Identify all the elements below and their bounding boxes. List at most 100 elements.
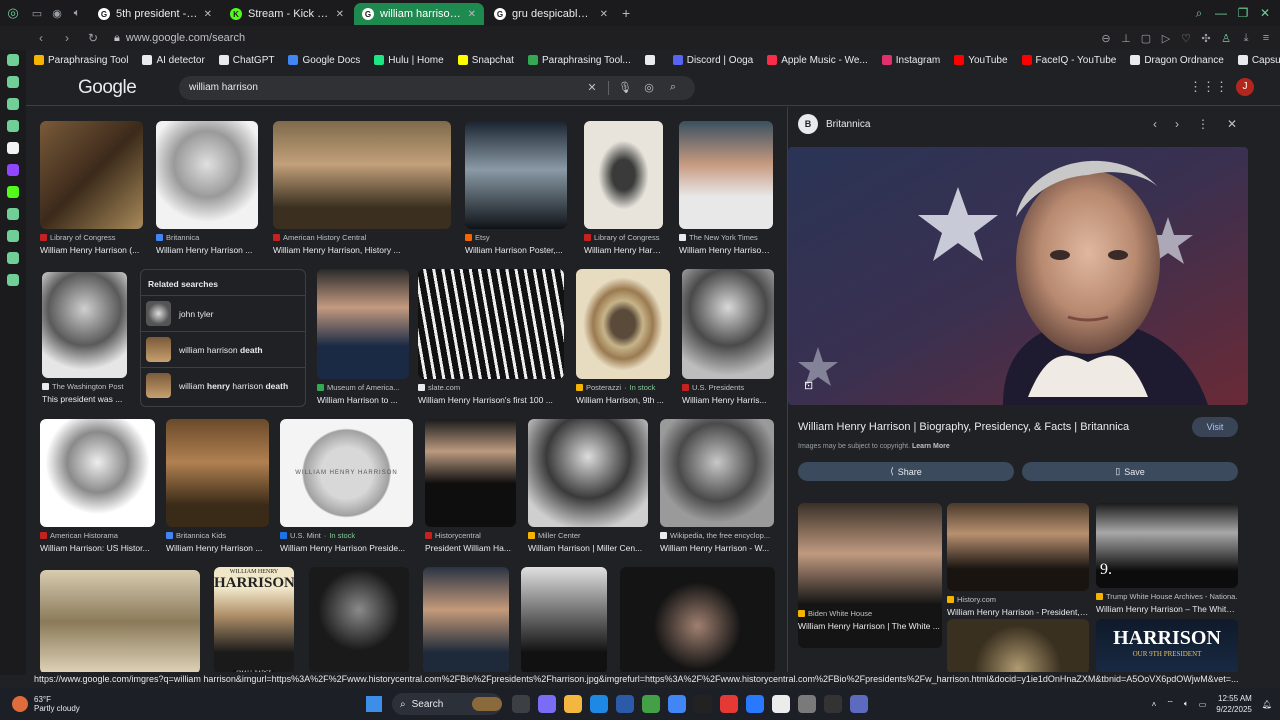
bookmark-item[interactable]: YouTube: [954, 55, 1008, 66]
google-logo[interactable]: Google: [78, 77, 153, 99]
app-icon[interactable]: [746, 695, 764, 713]
result-thumbnail[interactable]: [42, 272, 127, 378]
avatar[interactable]: J: [1236, 78, 1254, 96]
sidebar-app-icon[interactable]: [7, 76, 19, 88]
result-title[interactable]: William Henry Harrison – The White...: [1096, 604, 1238, 614]
related-thumbnail[interactable]: [947, 619, 1089, 674]
sidebar-app-icon[interactable]: [7, 208, 19, 220]
result-title[interactable]: This president was ...: [42, 394, 127, 404]
close-tab-icon[interactable]: ✕: [336, 9, 344, 20]
opera-gx-icon[interactable]: [720, 695, 738, 713]
result-title[interactable]: William Harrison Poster,...: [465, 245, 567, 255]
result-thumbnail[interactable]: [576, 269, 670, 379]
visit-button[interactable]: Visit: [1192, 417, 1238, 437]
sidebar-app-icon[interactable]: [7, 142, 19, 154]
related-image[interactable]: HARRISON OUR 9TH PRESIDENT: [1096, 619, 1238, 674]
bookmark-item[interactable]: Google Docs: [288, 55, 360, 66]
sidebar-twitch-icon[interactable]: [7, 164, 19, 176]
heart-icon[interactable]: ♡: [1178, 32, 1194, 45]
image-result[interactable]: U.S. Mint · In stock William Henry Harris…: [280, 419, 413, 553]
image-result[interactable]: The Washington Post This president was ..…: [42, 272, 127, 404]
result-title[interactable]: William Henry Harrison, History ...: [273, 245, 451, 255]
back-icon[interactable]: ‹: [32, 31, 50, 45]
cast-icon[interactable]: ▢: [1138, 32, 1154, 45]
related-item[interactable]: william harrison death: [141, 331, 305, 367]
tab-3[interactable]: Ggru despicable me - Goo ✕: [486, 3, 616, 25]
result-title[interactable]: William Harrison to ...: [317, 395, 409, 405]
chevron-up-icon[interactable]: ˄: [1152, 700, 1157, 709]
learn-more-link[interactable]: Learn More: [912, 443, 950, 450]
network-icon[interactable]: ⌔: [1166, 699, 1174, 709]
result-thumbnail[interactable]: [465, 121, 567, 229]
apps-grid-icon[interactable]: ⋮⋮⋮: [1189, 79, 1228, 95]
result-title[interactable]: William Henry Harrison Preside...: [280, 543, 413, 553]
tab-2[interactable]: Gwilliam harrison - Google ✕: [354, 3, 484, 25]
maximize-icon[interactable]: ❐: [1234, 6, 1252, 20]
related-thumbnail[interactable]: [947, 503, 1089, 591]
bookmark-item[interactable]: Dragon Ordnance: [1130, 55, 1224, 66]
image-result[interactable]: [423, 567, 509, 672]
image-result[interactable]: [40, 570, 200, 672]
image-result[interactable]: WILLIAM HENRYHARRISONSMALL BADGE: [214, 567, 295, 672]
result-thumbnail[interactable]: [317, 269, 409, 379]
image-result[interactable]: U.S. Presidents William Henry Harris...: [682, 269, 774, 405]
image-result[interactable]: Museum of America... William Harrison to …: [317, 269, 409, 405]
store-icon[interactable]: [616, 695, 634, 713]
edge-icon[interactable]: [590, 695, 608, 713]
pin-icon[interactable]: ⊥: [1118, 32, 1134, 45]
app-icon[interactable]: [824, 695, 842, 713]
search-tabs-icon[interactable]: ⌕: [1190, 6, 1208, 21]
reload-icon[interactable]: ↻: [84, 31, 102, 45]
image-result[interactable]: [309, 567, 409, 672]
image-result[interactable]: Britannica Kids William Henry Harrison ..…: [166, 419, 269, 553]
related-image[interactable]: History.com William Henry Harrison - Pres…: [947, 503, 1089, 617]
app-icon[interactable]: [642, 695, 660, 713]
speaker-icon[interactable]: 🔈︎: [68, 4, 86, 22]
sidebar-app-icon[interactable]: [7, 120, 19, 132]
result-thumbnail[interactable]: [40, 570, 200, 672]
epic-games-icon[interactable]: [694, 695, 712, 713]
image-result[interactable]: [620, 567, 775, 672]
bookmark-item[interactable]: Snapchat: [457, 55, 514, 66]
app-icon[interactable]: [798, 695, 816, 713]
tab-0[interactable]: G 5th president - Google Se ✕: [90, 3, 220, 25]
result-title[interactable]: William Henry Harrison (...: [40, 245, 143, 255]
result-thumbnail[interactable]: [425, 419, 516, 527]
bookmark-item[interactable]: ChatGPT: [218, 55, 274, 66]
result-title[interactable]: William Henry Harris...: [682, 395, 774, 405]
copilot-icon[interactable]: [538, 695, 556, 713]
image-result[interactable]: Library of Congress William Henry Harriso…: [40, 121, 143, 255]
image-result[interactable]: Historycentral President William Ha...: [425, 419, 516, 553]
close-tab-icon[interactable]: ✕: [468, 9, 476, 20]
related-item[interactable]: william henry harrison death: [141, 367, 305, 403]
result-thumbnail[interactable]: [682, 269, 774, 379]
search-icon[interactable]: ⌕: [661, 81, 685, 94]
new-tab-button[interactable]: +: [622, 5, 630, 21]
taskbar-search[interactable]: ⌕ Search: [392, 693, 502, 715]
result-thumbnail[interactable]: [620, 567, 775, 672]
result-thumbnail[interactable]: [423, 567, 509, 672]
result-title[interactable]: William Harrison, 9th ...: [576, 395, 670, 405]
related-item[interactable]: john tyler: [141, 295, 305, 331]
result-title[interactable]: William Henry Harrison, 79, ...: [679, 245, 773, 255]
search-box[interactable]: william harrison ✕ 🎙︎ ◎ ⌕: [179, 75, 695, 100]
image-result[interactable]: American Historama William Harrison: US H…: [40, 419, 155, 553]
save-button[interactable]: ▯ Save: [1022, 462, 1238, 481]
play-icon[interactable]: ▷: [1158, 32, 1174, 45]
result-thumbnail[interactable]: [40, 121, 143, 229]
bookmark-item[interactable]: Apple Music - We...: [767, 55, 868, 66]
sidebar-app-icon[interactable]: [7, 54, 19, 66]
close-tab-icon[interactable]: ✕: [600, 9, 608, 20]
clear-icon[interactable]: ✕: [580, 81, 604, 94]
result-thumbnail[interactable]: [679, 121, 773, 229]
result-thumbnail[interactable]: [166, 419, 269, 527]
task-view-icon[interactable]: [512, 695, 530, 713]
bookmark-item[interactable]: Capsules Archives...: [1237, 55, 1280, 66]
sidebar-app-icon[interactable]: [7, 230, 19, 242]
result-title[interactable]: William Henry Harrison's first 100 ...: [418, 395, 564, 405]
result-title[interactable]: William Harrison: US Histor...: [40, 543, 155, 553]
chrome-icon[interactable]: [668, 695, 686, 713]
close-icon[interactable]: ✕: [1227, 117, 1237, 131]
zoom-icon[interactable]: ⊖: [1098, 32, 1114, 45]
related-image[interactable]: Trump White House Archives - Nationa... W…: [1096, 503, 1238, 614]
